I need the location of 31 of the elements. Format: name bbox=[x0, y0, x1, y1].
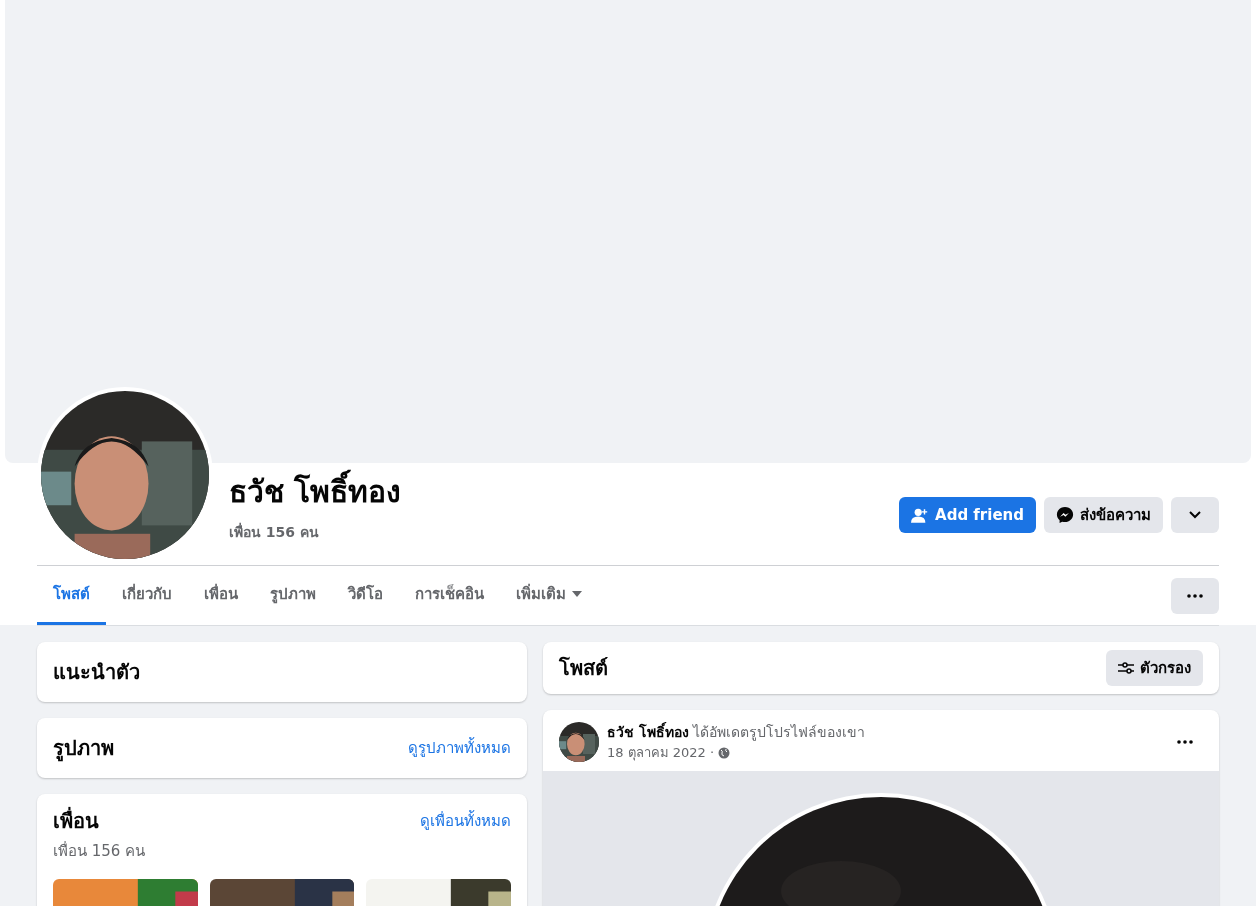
globe-icon bbox=[718, 746, 731, 759]
message-button[interactable]: ส่งข้อความ bbox=[1044, 497, 1163, 533]
post-date: 18 ตุลาคม 2022 · bbox=[607, 744, 715, 763]
more-icon bbox=[1187, 593, 1203, 598]
section-title: รูปภาพ bbox=[53, 735, 114, 763]
chevron-down-icon bbox=[1189, 511, 1201, 519]
profile-tab[interactable]: การเช็คอิน bbox=[399, 566, 500, 625]
add-friend-button[interactable]: Add friend bbox=[899, 497, 1036, 533]
post-headline: ธวัช โพธิ์ทอง ได้อัพเดตรูปโปรไฟล์ของเขา bbox=[607, 722, 866, 743]
friend-count: เพื่อน 156 คน bbox=[53, 840, 147, 862]
caret-down-icon bbox=[572, 591, 582, 597]
profile-tab[interactable]: รูปภาพ bbox=[254, 566, 332, 625]
filter-button[interactable]: ตัวกรอง bbox=[1106, 650, 1203, 686]
section-title: โพสต์ bbox=[559, 655, 608, 682]
see-all-friends-link[interactable]: ดูเพื่อนทั้งหมด bbox=[420, 809, 511, 833]
expand-button[interactable] bbox=[1171, 497, 1219, 533]
see-all-photos-link[interactable]: ดูรูปภาพทั้งหมด bbox=[408, 736, 511, 760]
profile-tab[interactable]: เพิ่มเติม bbox=[500, 566, 598, 625]
profile-tab[interactable]: เกี่ยวกับ bbox=[106, 566, 188, 625]
more-icon bbox=[1177, 740, 1193, 745]
add-person-icon bbox=[911, 507, 930, 523]
profile-tab[interactable]: วิดีโอ bbox=[332, 566, 399, 625]
more-button[interactable] bbox=[1171, 577, 1219, 614]
friend-count: เพื่อน 156 คน bbox=[229, 522, 320, 542]
sliders-icon bbox=[1118, 662, 1134, 674]
profile-tab[interactable]: โพสต์ bbox=[37, 566, 106, 625]
section-title: เพื่อน bbox=[53, 806, 99, 835]
messenger-icon bbox=[1056, 506, 1074, 524]
section-title: แนะนำตัว bbox=[53, 659, 140, 686]
profile-tab[interactable]: เพื่อน bbox=[188, 566, 254, 625]
profile-name: ธวัช โพธิ์ทอง bbox=[229, 465, 402, 518]
